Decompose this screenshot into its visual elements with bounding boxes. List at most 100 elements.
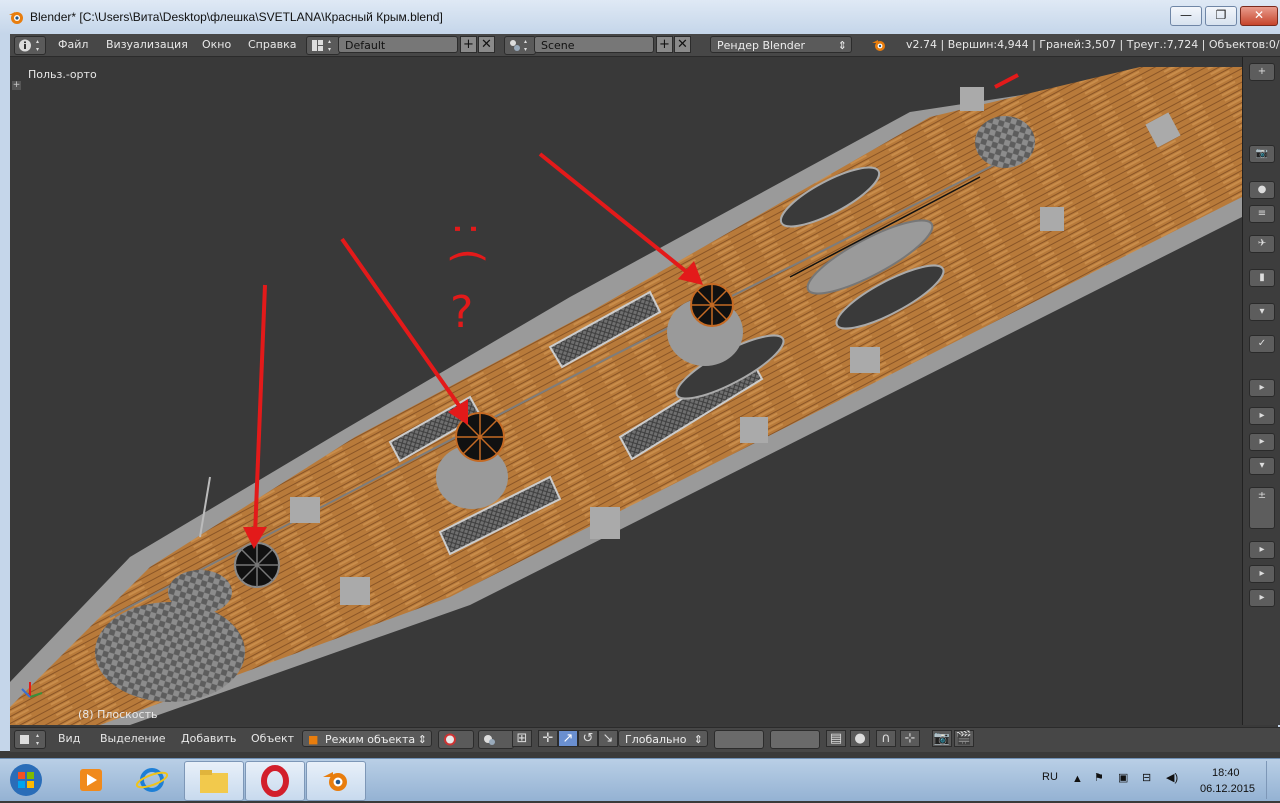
add-scene-button[interactable]: +: [656, 36, 673, 53]
check-icon[interactable]: ✓: [1249, 335, 1275, 353]
taskbar-explorer[interactable]: [184, 761, 244, 801]
windows-taskbar: RU ▲ ⚑ ▣ ⊟ ◀) 18:40 06.12.2015: [0, 758, 1280, 801]
menu-add[interactable]: Добавить: [181, 732, 236, 745]
window-titlebar: Blender* [C:\Users\Вита\Desktop\флешка\S…: [0, 0, 1280, 35]
shading-icon: [444, 733, 456, 746]
mode-label: Режим объекта: [325, 733, 416, 746]
layer-buttons-1[interactable]: [714, 730, 764, 749]
deck-fitting: [340, 577, 370, 605]
clock-date[interactable]: 06.12.2015: [1200, 783, 1255, 795]
menu-view[interactable]: Вид: [58, 732, 80, 745]
screen-layout-selector[interactable]: [306, 36, 340, 55]
blender-logo-icon: [323, 772, 347, 791]
remove-scene-button[interactable]: ✕: [674, 36, 691, 53]
panel-arrow-icon[interactable]: ▸: [1249, 433, 1275, 451]
manipulator-icon[interactable]: ✛: [538, 730, 558, 747]
remove-layout-button[interactable]: ✕: [478, 36, 495, 53]
menu-window[interactable]: Окно: [202, 38, 231, 51]
snap-target-icon[interactable]: ⊹: [900, 730, 920, 747]
deck-fitting: [290, 497, 320, 523]
taskbar-internet-explorer[interactable]: [123, 761, 181, 799]
orientation-label: Глобально: [625, 733, 687, 746]
object-mode-icon: ■: [308, 733, 319, 746]
menu-render[interactable]: Визуализация: [106, 38, 188, 51]
viewport-shading-select[interactable]: [438, 730, 474, 749]
panel-arrow-icon[interactable]: ▸: [1249, 541, 1275, 559]
render-anim-icon[interactable]: 🎬: [954, 730, 974, 747]
rotate-icon[interactable]: ↺: [578, 730, 598, 747]
deck-fitting: [740, 417, 768, 443]
add-layout-button[interactable]: +: [460, 36, 477, 53]
mode-select[interactable]: ■ Режим объекта ⇕: [302, 730, 432, 747]
layer-buttons-2[interactable]: [770, 730, 820, 749]
panel-collapse-icon[interactable]: ▾: [1249, 457, 1275, 475]
editor-type-selector[interactable]: [14, 730, 46, 749]
screen-layout-field[interactable]: Default: [338, 36, 458, 53]
taskbar-media-player[interactable]: [62, 761, 120, 799]
maximize-button[interactable]: ❐: [1205, 6, 1237, 26]
menu-help[interactable]: Справка: [248, 38, 296, 51]
volume-icon[interactable]: ◀): [1166, 771, 1178, 784]
gun-turret: [95, 602, 245, 702]
toggle-switch[interactable]: ●: [1249, 181, 1275, 199]
folder-icon: [200, 770, 228, 793]
start-button[interactable]: [4, 761, 52, 799]
aft-tower: [975, 116, 1035, 168]
shelf-plus-button[interactable]: +: [1249, 63, 1275, 81]
pivot-select[interactable]: [478, 730, 514, 749]
scroll-icon[interactable]: ▮: [1249, 269, 1275, 287]
3d-viewport[interactable]: Польз.-орто +: (? (8) Плоскость: [10, 57, 1242, 725]
scene-icon: [510, 40, 527, 51]
language-indicator[interactable]: RU: [1042, 771, 1058, 783]
magnet-icon[interactable]: ∩: [876, 730, 896, 747]
panel-arrow-icon[interactable]: ▸: [1249, 589, 1275, 607]
deck-fitting: [960, 87, 984, 111]
panel-arrow-icon[interactable]: ▸: [1249, 379, 1275, 397]
taskbar-blender[interactable]: [306, 761, 366, 801]
zoom-slider[interactable]: ±: [1249, 487, 1275, 529]
scale-icon[interactable]: ↘: [598, 730, 618, 747]
ship-model-scene[interactable]: : ( ?: [10, 57, 1242, 725]
menu-file[interactable]: Файл: [58, 38, 88, 51]
proportional-edit-icon[interactable]: ●: [850, 730, 870, 747]
editor-type-selector[interactable]: [14, 36, 46, 55]
render-engine-select[interactable]: Рендер Blender ⇕: [710, 36, 852, 53]
layout-grid-icon: [312, 40, 331, 51]
taskbar-opera[interactable]: [245, 761, 305, 801]
camera-icon[interactable]: 📷: [1249, 145, 1275, 163]
transform-orientation-select[interactable]: Глобально ⇕: [618, 730, 708, 747]
blender-logo-icon: [9, 12, 23, 24]
scene-field[interactable]: Scene: [534, 36, 654, 53]
internet-explorer-icon: [135, 768, 169, 792]
minimize-button[interactable]: —: [1170, 6, 1202, 26]
expand-icon[interactable]: ▾: [1249, 303, 1275, 321]
pin-icon[interactable]: ✈: [1249, 235, 1275, 253]
pivot-icon: [484, 735, 495, 745]
cube-view-icon: [20, 734, 39, 745]
info-header: Файл Визуализация Окно Справка Default +…: [10, 34, 1280, 57]
flag-icon[interactable]: ⚑: [1094, 771, 1104, 784]
translate-icon[interactable]: ↗: [558, 730, 578, 747]
menu-object[interactable]: Объект: [251, 732, 294, 745]
network-icon[interactable]: ⊟: [1142, 771, 1151, 784]
lock-layers-icon[interactable]: ▤: [826, 730, 846, 747]
active-object-label: (8) Плоскость: [78, 708, 158, 721]
close-button[interactable]: ✕: [1240, 6, 1278, 26]
panel-arrow-icon[interactable]: ▸: [1249, 407, 1275, 425]
device-icon[interactable]: ▣: [1118, 771, 1128, 784]
render-still-icon[interactable]: 📷: [932, 730, 952, 747]
scene-selector[interactable]: [504, 36, 536, 55]
properties-tab-icon[interactable]: ≡: [1249, 205, 1275, 223]
panel-arrow-icon[interactable]: ▸: [1249, 565, 1275, 583]
window-title: Blender* [C:\Users\Вита\Desktop\флешка\S…: [30, 10, 443, 24]
menu-select[interactable]: Выделение: [100, 732, 166, 745]
show-desktop-button[interactable]: [1266, 761, 1279, 799]
tray-expand-icon[interactable]: ▲: [1072, 773, 1083, 785]
turret-top: [168, 570, 232, 614]
clock-time[interactable]: 18:40: [1212, 767, 1240, 779]
annotation-question: ?: [450, 287, 473, 338]
deck-fitting: [1040, 207, 1064, 231]
snap-icon[interactable]: ⊞: [512, 730, 532, 747]
funnel-grate: [691, 284, 733, 326]
chevron-updown-icon: ⇕: [837, 39, 847, 52]
